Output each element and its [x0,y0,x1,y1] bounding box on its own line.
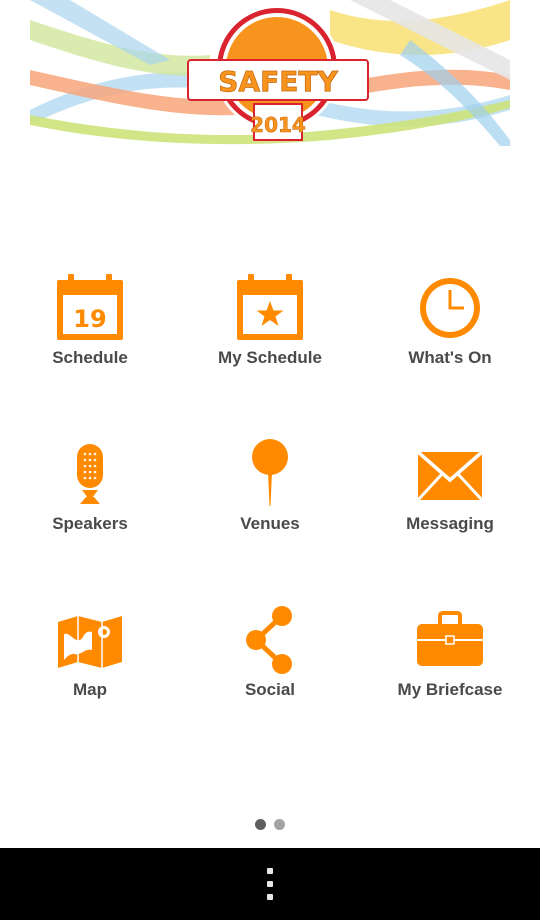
page-dot-active[interactable] [255,819,266,830]
calendar-star-icon [237,274,303,340]
system-nav-bar [0,848,540,920]
page-indicator [0,819,540,830]
menu-item-speakers[interactable]: Speakers [0,428,180,558]
menu-item-social[interactable]: Social [180,594,360,724]
menu-item-messaging[interactable]: Messaging [360,428,540,558]
logo-year: 2014 [250,113,306,137]
menu-item-label: Social [244,680,296,699]
calendar-icon: 19 [57,274,123,340]
map-pin-icon [252,439,288,506]
briefcase-icon [417,611,483,666]
menu-item-label: My Schedule [218,348,322,367]
menu-item-label: Schedule [52,348,128,367]
microphone-icon [77,444,103,504]
menu-item-label: Speakers [52,514,128,533]
menu-item-my-schedule[interactable]: My Schedule [180,262,360,392]
menu-item-label: Map [73,680,107,699]
menu-item-schedule[interactable]: 19 Schedule [0,262,180,392]
menu-item-label: Venues [240,514,300,533]
menu-item-label: Messaging [406,514,494,533]
clock-icon [420,278,480,338]
menu-item-label: My Briefcase [397,680,503,699]
envelope-icon [416,450,484,502]
map-icon [58,616,122,668]
menu-item-label: What's On [408,348,492,367]
menu-item-my-briefcase[interactable]: My Briefcase [360,594,540,724]
overflow-menu-icon[interactable] [255,862,285,906]
menu-item-whats-on[interactable]: What's On [360,262,540,392]
menu-item-venues[interactable]: Venues [180,428,360,558]
page-dot[interactable] [274,819,285,830]
banner-graphic: SAFETY 2014 [30,0,510,146]
menu-item-map[interactable]: Map [0,594,180,724]
event-banner: SAFETY 2014 [30,0,510,146]
calendar-date: 19 [73,305,106,333]
share-icon [246,606,292,674]
logo-word: SAFETY [218,65,338,98]
